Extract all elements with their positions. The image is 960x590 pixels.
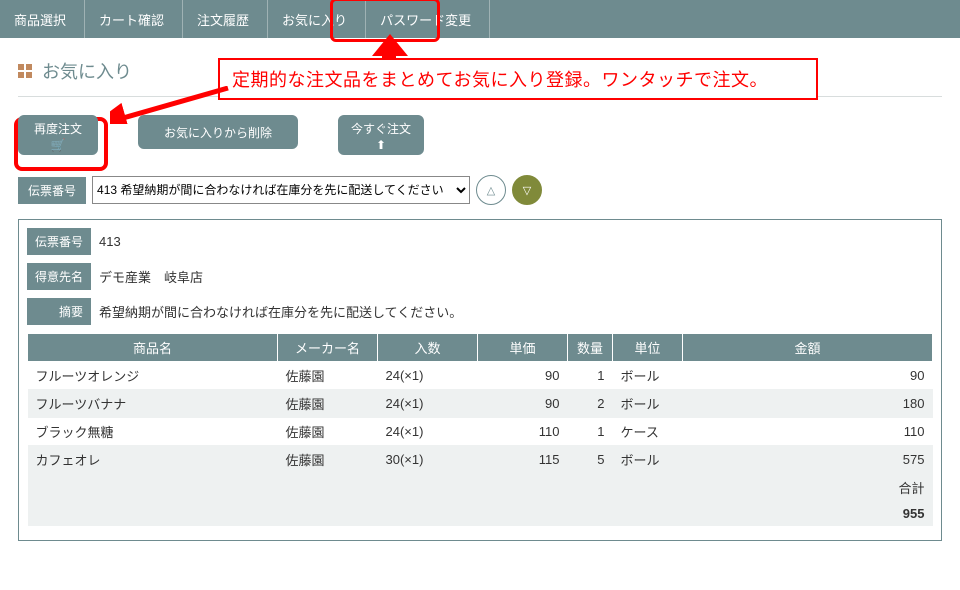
cell-price: 90 bbox=[478, 362, 568, 390]
slip-next-button[interactable]: ▽ bbox=[512, 175, 542, 205]
remarks-value: 希望納期が間に合わなければ在庫分を先に配送してください。 bbox=[99, 302, 462, 321]
cell-amount: 575 bbox=[683, 446, 933, 474]
nav-item-products[interactable]: 商品選択 bbox=[0, 0, 85, 38]
cell-unit: ボール bbox=[613, 446, 683, 474]
cell-name: フルーツバナナ bbox=[28, 390, 278, 418]
slip-no-label: 伝票番号 bbox=[27, 228, 91, 255]
customer-label: 得意先名 bbox=[27, 263, 91, 290]
order-now-button-label: 今すぐ注文 bbox=[351, 120, 411, 137]
remove-favorite-button-label: お気に入りから削除 bbox=[164, 124, 272, 141]
slip-number-tag: 伝票番号 bbox=[18, 177, 86, 204]
table-row: フルーツバナナ 佐藤園 24(×1) 90 2 ボール 180 bbox=[28, 390, 933, 418]
cell-pack: 24(×1) bbox=[378, 418, 478, 446]
slip-select[interactable]: 413 希望納期が間に合わなければ在庫分を先に配送してください bbox=[92, 176, 470, 204]
page-title: お気に入り bbox=[42, 58, 132, 84]
total-value-row: 955 bbox=[28, 502, 933, 526]
col-maker: メーカー名 bbox=[278, 334, 378, 362]
table-row: ブラック無糖 佐藤園 24(×1) 110 1 ケース 110 bbox=[28, 418, 933, 446]
triangle-down-icon: ▽ bbox=[523, 184, 531, 197]
col-amount: 金額 bbox=[683, 334, 933, 362]
cell-pack: 30(×1) bbox=[378, 446, 478, 474]
cell-maker: 佐藤園 bbox=[278, 446, 378, 474]
cell-unit: ケース bbox=[613, 418, 683, 446]
cell-maker: 佐藤園 bbox=[278, 418, 378, 446]
cell-qty: 5 bbox=[568, 446, 613, 474]
slip-detail-card: 伝票番号 413 得意先名 デモ産業 岐阜店 摘要 希望納期が間に合わなければ在… bbox=[18, 219, 942, 541]
kv-customer: 得意先名 デモ産業 岐阜店 bbox=[27, 263, 933, 290]
cell-pack: 24(×1) bbox=[378, 390, 478, 418]
col-price: 単価 bbox=[478, 334, 568, 362]
cell-amount: 90 bbox=[683, 362, 933, 390]
total-label: 合計 bbox=[28, 474, 933, 502]
nav-item-password[interactable]: パスワード変更 bbox=[366, 0, 490, 38]
customer-value: デモ産業 岐阜店 bbox=[99, 267, 203, 286]
reorder-button[interactable]: 再度注文 🛒 bbox=[18, 115, 98, 155]
slip-prev-button[interactable]: △ bbox=[476, 175, 506, 205]
cell-maker: 佐藤園 bbox=[278, 362, 378, 390]
cell-price: 90 bbox=[478, 390, 568, 418]
total-label-row: 合計 bbox=[28, 474, 933, 502]
triangle-up-icon: △ bbox=[487, 184, 495, 197]
action-bar: 再度注文 🛒 お気に入りから削除 今すぐ注文 ⬆ bbox=[18, 115, 942, 175]
table-row: フルーツオレンジ 佐藤園 24(×1) 90 1 ボール 90 bbox=[28, 362, 933, 390]
nav-item-favorites[interactable]: お気に入り bbox=[268, 0, 366, 38]
cell-name: ブラック無糖 bbox=[28, 418, 278, 446]
table-row: カフェオレ 佐藤園 30(×1) 115 5 ボール 575 bbox=[28, 446, 933, 474]
cart-icon: 🛒 bbox=[51, 139, 66, 151]
cell-qty: 1 bbox=[568, 362, 613, 390]
kv-slip-no: 伝票番号 413 bbox=[27, 228, 933, 255]
remarks-label: 摘要 bbox=[27, 298, 91, 325]
cell-amount: 110 bbox=[683, 418, 933, 446]
slip-selector-row: 伝票番号 413 希望納期が間に合わなければ在庫分を先に配送してください △ ▽ bbox=[18, 175, 942, 205]
cell-price: 110 bbox=[478, 418, 568, 446]
cell-amount: 180 bbox=[683, 390, 933, 418]
nav-item-history[interactable]: 注文履歴 bbox=[183, 0, 268, 38]
order-now-button[interactable]: 今すぐ注文 ⬆ bbox=[338, 115, 424, 155]
col-pack: 入数 bbox=[378, 334, 478, 362]
cell-qty: 2 bbox=[568, 390, 613, 418]
kv-remarks: 摘要 希望納期が間に合わなければ在庫分を先に配送してください。 bbox=[27, 298, 933, 325]
top-nav: 商品選択 カート確認 注文履歴 お気に入り パスワード変更 bbox=[0, 0, 960, 38]
total-value: 955 bbox=[28, 502, 933, 526]
cell-name: フルーツオレンジ bbox=[28, 362, 278, 390]
remove-favorite-button[interactable]: お気に入りから削除 bbox=[138, 115, 298, 149]
cell-name: カフェオレ bbox=[28, 446, 278, 474]
cell-unit: ボール bbox=[613, 390, 683, 418]
col-qty: 数量 bbox=[568, 334, 613, 362]
cell-pack: 24(×1) bbox=[378, 362, 478, 390]
cell-qty: 1 bbox=[568, 418, 613, 446]
col-unit: 単位 bbox=[613, 334, 683, 362]
nav-item-cart[interactable]: カート確認 bbox=[85, 0, 183, 38]
cell-maker: 佐藤園 bbox=[278, 390, 378, 418]
reorder-button-label: 再度注文 bbox=[34, 120, 82, 137]
cell-price: 115 bbox=[478, 446, 568, 474]
items-header-row: 商品名 メーカー名 入数 単価 数量 単位 金額 bbox=[28, 334, 933, 362]
annotation-callout: 定期的な注文品をまとめてお気に入り登録。ワンタッチで注文。 bbox=[218, 58, 818, 100]
items-table: 商品名 メーカー名 入数 単価 数量 単位 金額 フルーツオレンジ 佐藤園 24… bbox=[27, 333, 933, 526]
col-name: 商品名 bbox=[28, 334, 278, 362]
grid-icon bbox=[18, 64, 32, 78]
slip-no-value: 413 bbox=[99, 234, 121, 249]
items-body: フルーツオレンジ 佐藤園 24(×1) 90 1 ボール 90 フルーツバナナ … bbox=[28, 362, 933, 526]
cell-unit: ボール bbox=[613, 362, 683, 390]
upload-icon: ⬆ bbox=[376, 139, 386, 151]
